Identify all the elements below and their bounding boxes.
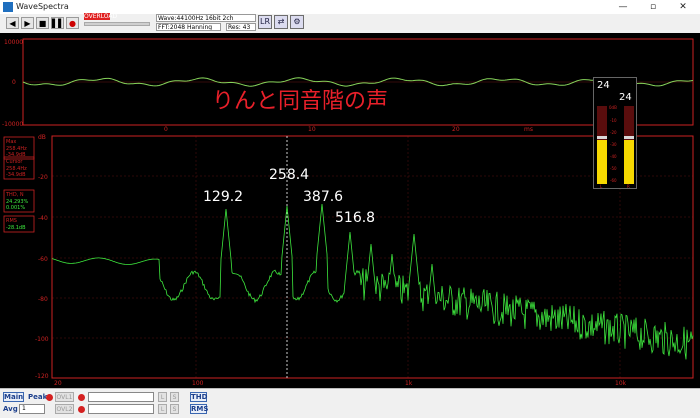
svg-text:-50: -50 [610, 166, 617, 171]
rms-button[interactable]: RMS [190, 404, 208, 414]
ovl2-file-field[interactable] [88, 404, 154, 414]
svg-text:RMS: RMS [6, 218, 17, 224]
wave-x-label-1: 10 [308, 126, 316, 133]
app-icon [3, 2, 13, 12]
window-title: WaveSpectra [16, 2, 69, 11]
thd-button[interactable]: THD [190, 392, 207, 402]
peak-indicator-icon [46, 394, 53, 401]
ovl2-button[interactable]: OVL2 [55, 404, 74, 414]
peak-label-2: 258.4 [269, 167, 309, 183]
spec-y-label-2: -40 [38, 215, 48, 222]
level-right-value: 24 [619, 92, 632, 103]
peak-label-1: 129.2 [203, 189, 243, 205]
svg-text:THD, N: THD, N [5, 192, 24, 198]
wave-annotation: りんと同音階の声 [212, 89, 388, 114]
maximize-button[interactable]: ▫ [640, 0, 666, 14]
spec-x-label-100: 100 [192, 380, 204, 387]
spec-y-label-6: -120 [35, 373, 49, 380]
format-info: Wave:44100Hz 16bit 2ch [156, 14, 256, 22]
level-meter: 24 24 0dB -10 -20 -30 -40 -50 -60 L R [593, 77, 637, 189]
spec-x-label-10k: 10k [615, 380, 627, 387]
svg-text:0.001%: 0.001% [6, 205, 25, 211]
channel-icon[interactable]: LR [258, 15, 272, 29]
bottom-bar: Main Peak OVL1 L S THD Avg 1 OVL2 L S RM… [0, 388, 700, 418]
svg-text:0dB: 0dB [609, 105, 617, 110]
ovl1-record-icon[interactable] [78, 394, 85, 401]
ovl2-l-button[interactable]: L [158, 404, 167, 414]
svg-text:-28.1dB: -28.1dB [6, 225, 26, 231]
wave-x-label-0: 0 [164, 126, 168, 133]
spec-y-label-3: -60 [38, 256, 48, 263]
ovl1-s-button[interactable]: S [170, 392, 179, 402]
spectrum-trace [51, 203, 694, 360]
ovl1-button[interactable]: OVL1 [55, 392, 74, 402]
main-button[interactable]: Main [3, 392, 24, 402]
minimize-button[interactable]: — [610, 0, 636, 14]
position-slider[interactable] [84, 22, 150, 26]
rewind-button[interactable]: ◀ [6, 17, 19, 29]
spec-y-label-5: -100 [35, 336, 49, 343]
svg-text:Max: Max [6, 139, 16, 145]
avg-select[interactable]: 1 [19, 404, 45, 414]
thd-info-box: THD, N 24.293% 0.001% [3, 189, 35, 213]
peak-label-3: 387.6 [303, 189, 343, 205]
stop-button[interactable]: ■ [36, 17, 49, 29]
svg-text:L: L [600, 184, 603, 188]
svg-text:-40: -40 [610, 154, 617, 159]
wave-y-bottom: -10000 [2, 121, 23, 128]
svg-text:-60: -60 [610, 178, 617, 183]
spec-y-label-0: dB [38, 134, 46, 141]
max-info-box: Max 258.4Hz -34.9dB [3, 136, 35, 160]
ovl1-file-field[interactable] [88, 392, 154, 402]
svg-text:-10: -10 [610, 118, 617, 123]
svg-text:R: R [627, 184, 630, 188]
svg-text:Cursor: Cursor [6, 159, 23, 165]
spec-y-label-1: -20 [38, 174, 48, 181]
close-button[interactable]: ✕ [670, 0, 696, 14]
swap-icon[interactable]: ⇄ [274, 15, 288, 29]
peak-label-4: 516.8 [335, 210, 375, 226]
level-left-value: 24 [597, 80, 610, 91]
ovl1-l-button[interactable]: L [158, 392, 167, 402]
pause-button[interactable]: ▌▌ [51, 17, 64, 29]
resolution-info: Res: 43 [226, 23, 256, 31]
spec-y-label-4: -80 [38, 296, 48, 303]
spec-x-label-20: 20 [54, 380, 62, 387]
ovl2-s-button[interactable]: S [170, 404, 179, 414]
rms-info-box: RMS -28.1dB [3, 215, 35, 233]
level-bar-right [624, 140, 634, 184]
settings-icon[interactable]: ⚙ [290, 15, 304, 29]
wave-y-top: 10000 [4, 39, 23, 46]
cursor-info-box: Cursor 258.4Hz -34.9dB [3, 156, 35, 180]
fft-info: FFT:2048 Hanning [156, 23, 221, 31]
peak-label: Peak [28, 393, 48, 401]
record-button[interactable]: ● [66, 17, 79, 29]
wave-x-unit: ms [524, 126, 533, 133]
spec-x-label-1k: 1k [405, 380, 413, 387]
play-button[interactable]: ▶ [21, 17, 34, 29]
svg-text:-34.9dB: -34.9dB [6, 172, 26, 178]
wave-x-label-2: 20 [452, 126, 460, 133]
wave-y-zero: 0 [12, 79, 16, 86]
level-bar-left [597, 140, 607, 184]
svg-text:-20: -20 [610, 130, 617, 135]
svg-text:-30: -30 [610, 142, 617, 147]
overload-indicator: OVERLOAD [84, 13, 118, 20]
avg-label: Avg [3, 405, 18, 413]
ovl2-record-icon[interactable] [78, 406, 85, 413]
